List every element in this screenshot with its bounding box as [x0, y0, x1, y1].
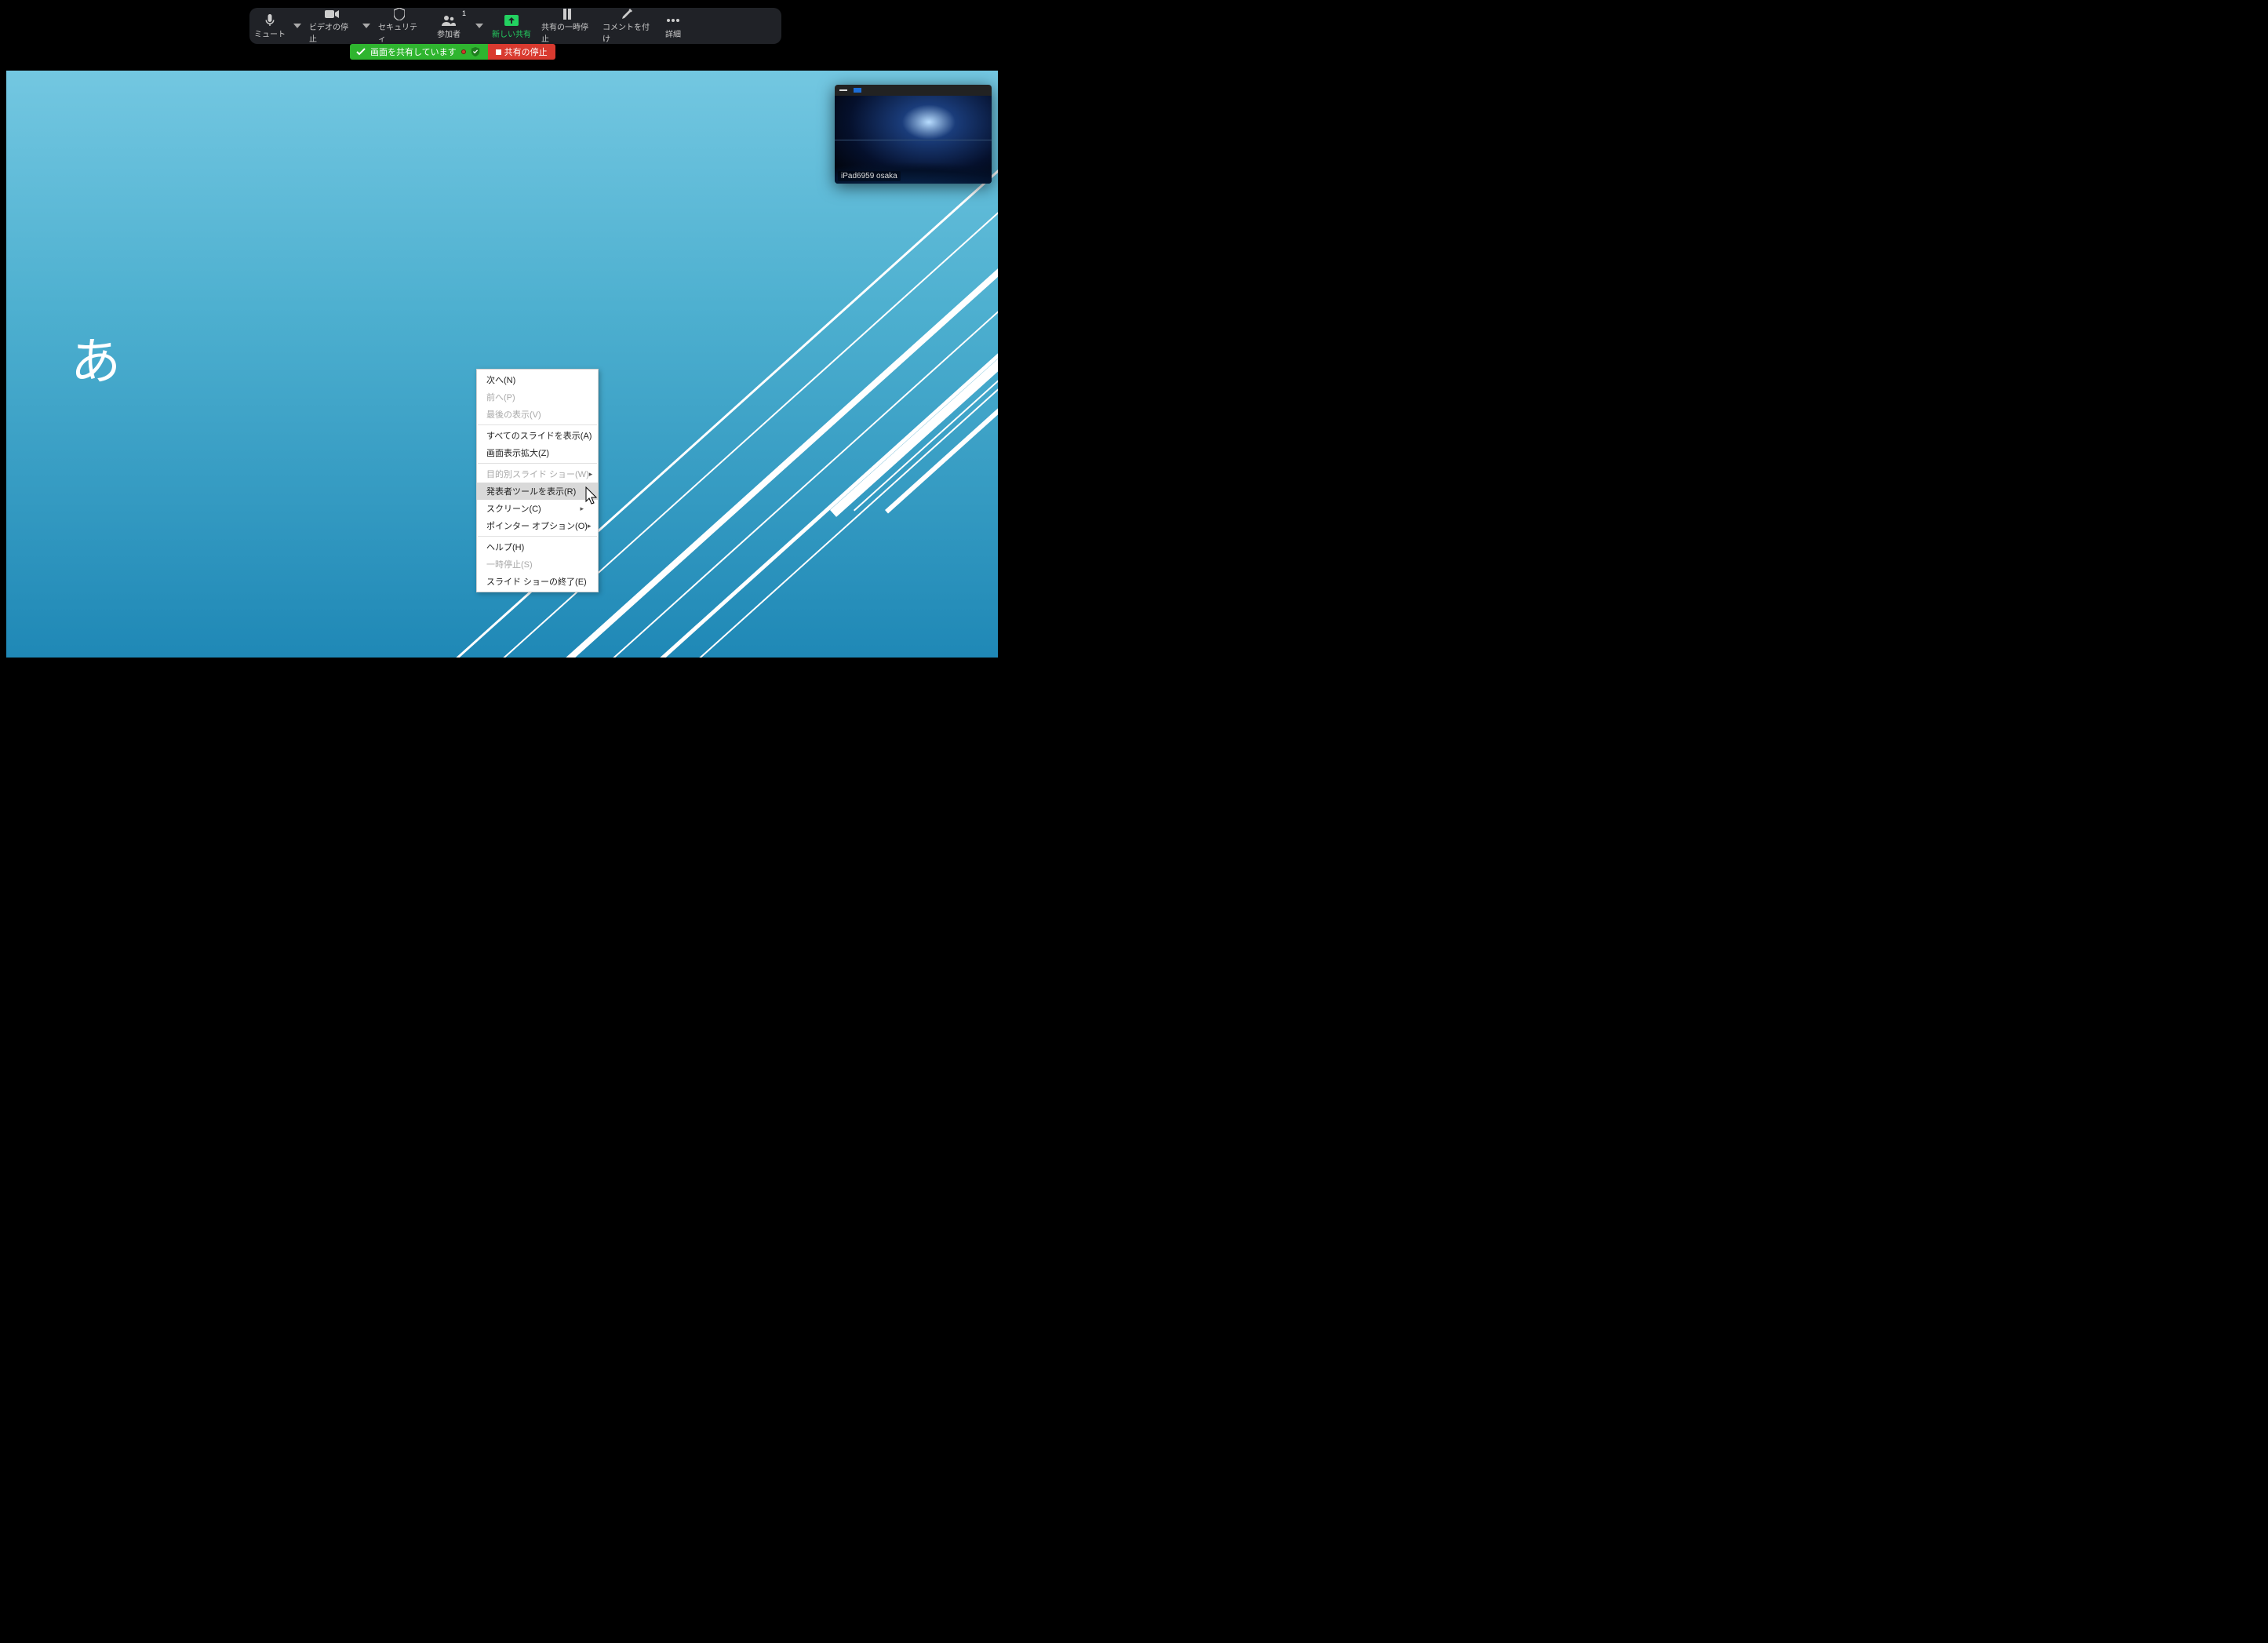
- menu-presenter-view[interactable]: 発表者ツールを表示(R): [477, 483, 598, 500]
- stop-share-button[interactable]: 共有の停止: [488, 44, 555, 60]
- security-label: セキュリティ: [378, 20, 420, 44]
- checkmark-icon: [356, 47, 366, 56]
- thumbnail-video: iPad6959 osaka: [835, 96, 992, 184]
- minimize-icon[interactable]: [839, 89, 847, 91]
- menu-all-slides[interactable]: すべてのスライドを表示(A): [477, 427, 598, 444]
- sharing-text: 画面を共有しています: [370, 46, 457, 58]
- participants-caret[interactable]: [472, 8, 486, 44]
- mute-button[interactable]: ミュート: [249, 8, 290, 44]
- shield-check-icon: [471, 47, 480, 56]
- menu-pointer-options[interactable]: ポインター オプション(O): [477, 517, 598, 534]
- menu-custom-show: 目的別スライド ショー(W): [477, 465, 598, 483]
- menu-help[interactable]: ヘルプ(H): [477, 538, 598, 556]
- zoom-toolbar: ミュート ビデオの停止 セキュリティ 参加者 1 新しい共有: [249, 8, 781, 44]
- participants-label: 参加者: [437, 27, 461, 39]
- menu-separator: [478, 536, 597, 537]
- new-share-label: 新しい共有: [492, 27, 531, 39]
- menu-separator: [478, 463, 597, 464]
- menu-separator: [478, 424, 597, 425]
- stop-icon: [496, 49, 501, 55]
- participants-icon: [442, 13, 456, 27]
- stop-share-label: 共有の停止: [504, 46, 548, 58]
- participant-name: iPad6959 osaka: [838, 171, 901, 181]
- menu-next[interactable]: 次へ(N): [477, 371, 598, 388]
- more-label: 詳細: [665, 27, 681, 39]
- pause-share-label: 共有の一時停止: [541, 20, 593, 44]
- menu-end-show[interactable]: スライド ショーの終了(E): [477, 573, 598, 590]
- menu-screen[interactable]: スクリーン(C): [477, 500, 598, 517]
- annotate-button[interactable]: コメントを付け: [598, 8, 656, 44]
- video-caret[interactable]: [359, 8, 373, 44]
- pencil-icon: [621, 8, 632, 20]
- switch-view-icon[interactable]: [854, 88, 861, 93]
- security-button[interactable]: セキュリティ: [373, 8, 425, 44]
- sharing-indicator[interactable]: 画面を共有しています: [350, 44, 488, 60]
- slide-title-text: あ: [71, 322, 121, 394]
- menu-prev: 前へ(P): [477, 388, 598, 406]
- participants-button[interactable]: 参加者 1: [425, 8, 472, 44]
- menu-pause: 一時停止(S): [477, 556, 598, 573]
- share-screen-icon: [504, 13, 519, 27]
- mute-label: ミュート: [254, 27, 286, 39]
- new-share-button[interactable]: 新しい共有: [486, 8, 537, 44]
- mute-caret[interactable]: [290, 8, 304, 44]
- participant-thumbnail[interactable]: iPad6959 osaka: [835, 85, 992, 184]
- more-button[interactable]: 詳細: [656, 8, 690, 44]
- video-icon: [325, 8, 339, 20]
- stop-video-button[interactable]: ビデオの停止: [304, 8, 359, 44]
- record-dot-icon: [461, 49, 466, 54]
- share-status-bar: 画面を共有しています 共有の停止: [350, 44, 555, 60]
- shield-icon: [394, 8, 405, 20]
- microphone-icon: [264, 13, 275, 27]
- stop-video-label: ビデオの停止: [309, 20, 355, 44]
- thumbnail-header: [835, 85, 992, 96]
- pause-icon: [562, 8, 572, 20]
- pause-share-button[interactable]: 共有の一時停止: [537, 8, 598, 44]
- menu-last-viewed: 最後の表示(V): [477, 406, 598, 423]
- more-icon: [666, 13, 680, 27]
- slideshow-context-menu: 次へ(N) 前へ(P) 最後の表示(V) すべてのスライドを表示(A) 画面表示…: [476, 369, 599, 592]
- annotate-label: コメントを付け: [602, 20, 651, 44]
- menu-zoom[interactable]: 画面表示拡大(Z): [477, 444, 598, 461]
- participants-count: 1: [462, 9, 466, 17]
